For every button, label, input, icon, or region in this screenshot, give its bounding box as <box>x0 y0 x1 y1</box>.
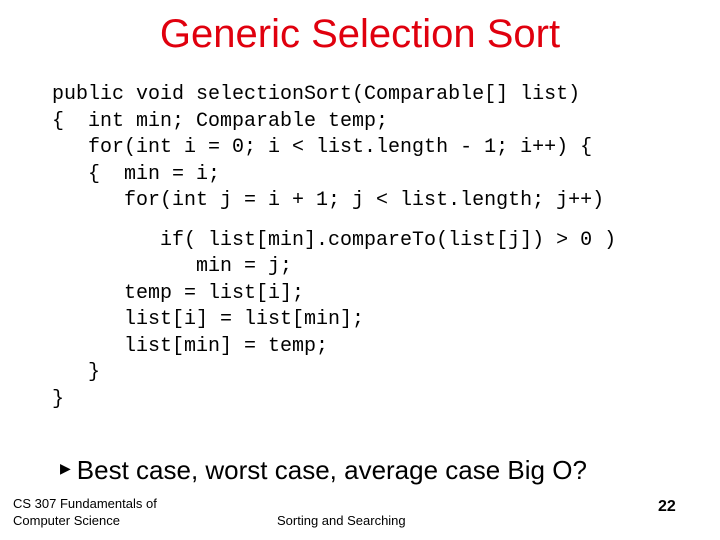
code-line: { min = i; <box>52 162 221 186</box>
page-number: 22 <box>658 498 676 515</box>
code-line: for(int i = 0; i < list.length - 1; i++)… <box>52 136 593 159</box>
footer-course-line2: Computer Science <box>13 513 120 528</box>
triangle-right-icon: ▶ <box>60 460 71 476</box>
slide-title: Generic Selection Sort <box>159 12 561 56</box>
code-line: { int min; Comparable temp; <box>52 109 389 133</box>
footer-course: CS 307 Fundamentals of Computer Science <box>13 495 157 529</box>
code-line: temp = list[i]; <box>52 281 305 305</box>
code-line: } <box>52 387 65 411</box>
code-line: list[i] = list[min]; <box>52 308 365 331</box>
footer-topic: Sorting and Searching <box>277 513 406 528</box>
code-line: list[min] = temp; <box>52 334 329 358</box>
code-block: public void selectionSort(Comparable[] l… <box>52 82 616 413</box>
code-line: } <box>52 361 101 384</box>
bullet-text: Best case, worst case, average case Big … <box>76 455 587 485</box>
code-line: if( list[min].compareTo(list[j]) > 0 ) <box>52 228 617 252</box>
code-line: min = j; <box>52 255 293 278</box>
code-line: public void selectionSort(Comparable[] l… <box>52 83 581 106</box>
code-line: for(int j = i + 1; j < list.length; j++) <box>52 189 605 212</box>
bullet-item: ▶ Best case, worst case, average case Big… <box>60 450 587 488</box>
footer-course-line1: CS 307 Fundamentals of <box>13 496 157 511</box>
